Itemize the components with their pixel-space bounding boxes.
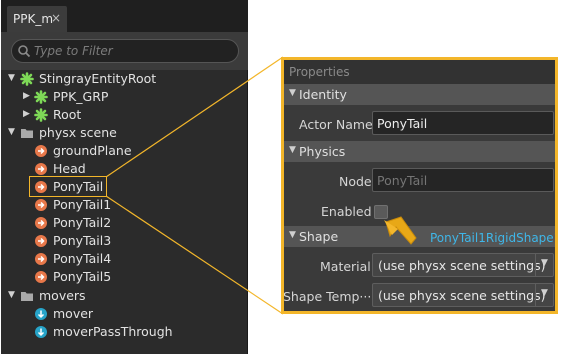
tree-item-ponytail4[interactable]: PonyTail4 <box>1 250 247 268</box>
filter-toolbar <box>1 32 248 70</box>
section-identity[interactable]: ▼ Identity <box>284 84 555 105</box>
tree-item-label: movers <box>39 288 86 303</box>
material-dropdown-button[interactable]: ▼ <box>535 254 553 276</box>
material-label: Material <box>320 259 371 274</box>
folder-icon <box>21 129 33 138</box>
enabled-checkbox[interactable] <box>374 205 388 219</box>
tree-item-label: Head <box>53 161 86 176</box>
tree-item-groundplane[interactable]: groundPlane <box>1 142 247 160</box>
shape-template-label: Shape Temp··· <box>283 289 372 304</box>
shape-link[interactable]: PonyTail1RigidShape1 <box>430 231 555 245</box>
section-label: Physics <box>299 144 346 159</box>
shape-template-dropdown[interactable]: (use physx scene settings) ▼ <box>372 283 554 307</box>
tree-item-label: PonyTail1 <box>53 197 112 212</box>
mover-icon <box>35 308 47 320</box>
shape-template-dropdown-button[interactable]: ▼ <box>535 284 553 306</box>
node-icon <box>35 145 47 157</box>
section-label: Shape <box>299 229 339 244</box>
tree-item-ponytail2[interactable]: PonyTail2 <box>1 214 247 232</box>
node-label: Node <box>339 174 372 189</box>
tree-item-label: StingrayEntityRoot <box>39 71 157 86</box>
node-icon <box>35 271 47 283</box>
node-icon <box>35 235 47 247</box>
node-icon <box>35 199 47 211</box>
filter-input[interactable] <box>34 42 234 60</box>
tab-ppk-m[interactable]: PPK_m × <box>7 6 67 32</box>
actor-name-field[interactable] <box>372 111 554 135</box>
tree-item-ponytail[interactable]: PonyTail <box>1 176 247 197</box>
tree-item-label: mover <box>53 306 94 321</box>
explorer-panel: PPK_m × ▼ StingrayEntityRoot ▶ PPK_GRP ▶… <box>1 0 248 354</box>
chevron-down-icon: ▼ <box>541 288 548 298</box>
expand-arrow-icon[interactable]: ▼ <box>8 73 15 83</box>
collapse-arrow-icon[interactable]: ▶ <box>23 109 30 119</box>
node-field[interactable] <box>372 168 554 192</box>
section-expand-icon[interactable]: ▼ <box>289 230 296 240</box>
node-icon <box>35 253 47 265</box>
section-expand-icon[interactable]: ▼ <box>289 88 296 98</box>
filter-field[interactable] <box>11 39 239 63</box>
tree-item-movers[interactable]: ▼ movers <box>1 287 247 305</box>
shape-template-value: (use physx scene settings) <box>378 288 546 303</box>
tree-item-mover[interactable]: mover <box>1 305 247 323</box>
actor-name-label: Actor Name <box>299 117 373 132</box>
properties-panel: Properties ▼ Identity Actor Name ▼ Physi… <box>281 57 558 314</box>
properties-title-bar: Properties <box>284 60 555 84</box>
tree-item-ponytail5[interactable]: PonyTail5 <box>1 268 247 286</box>
section-physics[interactable]: ▼ Physics <box>284 141 555 162</box>
node-icon <box>35 181 47 193</box>
tree-item-ponytail3[interactable]: PonyTail3 <box>1 232 247 250</box>
tab-close-icon[interactable]: × <box>51 11 61 25</box>
tree-item-label: Root <box>53 107 82 122</box>
tree-item-ppk-grp[interactable]: ▶ PPK_GRP <box>1 88 247 106</box>
search-icon <box>18 45 31 58</box>
collapse-arrow-icon[interactable]: ▶ <box>23 91 30 101</box>
entity-icon <box>20 72 34 86</box>
node-icon <box>35 163 47 175</box>
tree-item-label: PonyTail5 <box>53 269 112 284</box>
tree-item-label: PonyTail3 <box>53 233 112 248</box>
tree-item-label: PonyTail2 <box>53 215 112 230</box>
tree-item-label: groundPlane <box>53 143 132 158</box>
tree-item-moverpassthrough[interactable]: moverPassThrough <box>1 323 247 341</box>
section-label: Identity <box>299 87 347 102</box>
material-dropdown[interactable]: (use physx scene settings) ▼ <box>372 253 554 277</box>
expand-arrow-icon[interactable]: ▼ <box>8 127 15 137</box>
tree-item-physx-scene[interactable]: ▼ physx scene <box>1 124 247 142</box>
tree-item-label: PPK_GRP <box>53 89 109 104</box>
section-expand-icon[interactable]: ▼ <box>289 145 296 155</box>
tree-item-label: PonyTail4 <box>53 251 112 266</box>
chevron-down-icon: ▼ <box>541 258 548 268</box>
tree-item-label: PonyTail <box>53 179 104 194</box>
tree-item-ponytail1[interactable]: PonyTail1 <box>1 196 247 214</box>
material-value: (use physx scene settings) <box>378 258 546 273</box>
entity-icon <box>34 108 48 122</box>
entity-icon <box>34 90 48 104</box>
tree-item-root[interactable]: ▶ Root <box>1 106 247 124</box>
mover-icon <box>35 326 47 338</box>
enabled-label: Enabled <box>321 204 372 219</box>
tab-label: PPK_m <box>13 12 54 26</box>
node-icon <box>35 217 47 229</box>
folder-icon <box>21 292 33 301</box>
properties-title: Properties <box>289 65 350 79</box>
expand-arrow-icon[interactable]: ▼ <box>8 290 15 300</box>
tree-item-stingrayentityroot[interactable]: ▼ StingrayEntityRoot <box>1 70 247 88</box>
tree-item-label: moverPassThrough <box>53 324 173 339</box>
tab-bar: PPK_m × <box>1 0 248 32</box>
tree-item-label: physx scene <box>39 125 117 140</box>
